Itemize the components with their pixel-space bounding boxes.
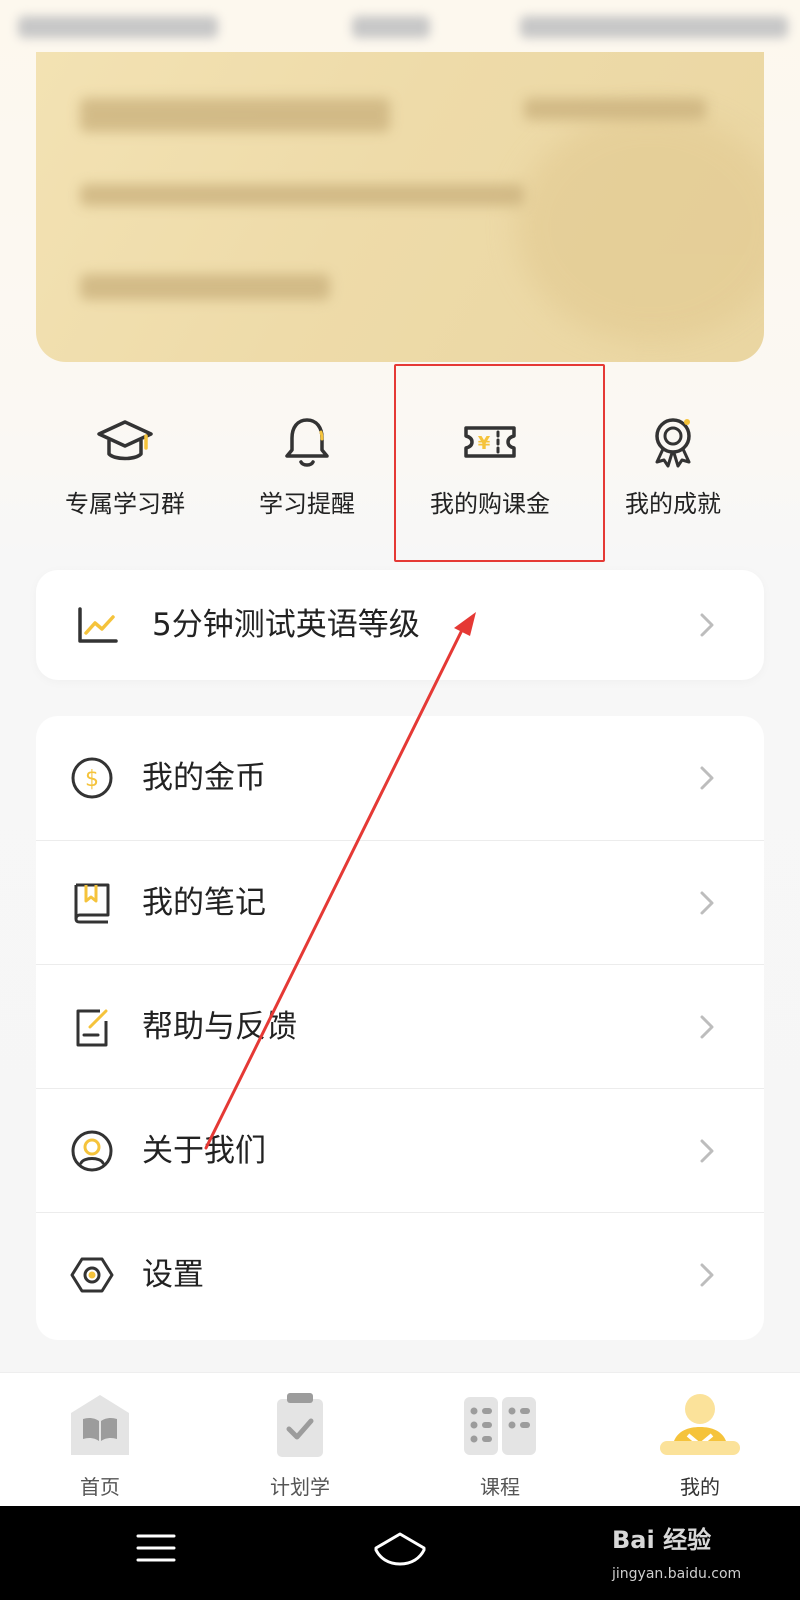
course-grid-icon	[464, 1397, 536, 1455]
watermark-brand: Bai 经验	[612, 1526, 712, 1554]
quick-study-group[interactable]: 专属学习群	[35, 400, 215, 550]
status-carrier-blurred	[18, 16, 218, 38]
menu-label: 帮助与反馈	[142, 1009, 297, 1045]
menu-label: 关于我们	[142, 1133, 266, 1169]
member-emblem-icon	[516, 112, 764, 342]
svg-text:$: $	[85, 767, 99, 792]
menu-list: $ 我的金币 我的笔记 帮助与反馈 关于我们 设置	[36, 716, 764, 1340]
notebook-icon	[74, 883, 110, 924]
menu-label: 我的金币	[142, 760, 266, 796]
chevron-right-icon	[700, 1139, 714, 1162]
status-icons-blurred	[520, 16, 788, 38]
status-time-blurred	[352, 16, 430, 38]
quick-label: 我的成就	[625, 490, 721, 518]
nav-courses[interactable]: 课程	[400, 1373, 600, 1507]
svg-text:¥: ¥	[478, 433, 491, 454]
quick-actions: 专属学习群 学习提醒 ¥ 我的购课金 我的成就	[0, 400, 800, 550]
book-icon	[71, 1395, 129, 1455]
menu-item-settings[interactable]: 设置	[36, 1212, 764, 1336]
person-circle-icon	[71, 1130, 113, 1172]
quick-label: 学习提醒	[259, 490, 355, 518]
medal-icon	[655, 418, 691, 468]
nav-label: 首页	[80, 1475, 120, 1499]
line-chart-icon	[78, 607, 118, 643]
bottom-nav: 首页 计划学 课程 我的	[0, 1372, 800, 1506]
member-link-blurred	[80, 274, 330, 300]
quick-label: 专属学习群	[65, 490, 185, 518]
member-desc-blurred	[80, 184, 524, 206]
nav-label: 计划学	[270, 1475, 330, 1499]
member-card[interactable]	[36, 52, 764, 362]
watermark-url: jingyan.baidu.com	[612, 1566, 742, 1582]
feedback-edit-icon	[76, 1009, 108, 1047]
home-icon[interactable]	[372, 1528, 428, 1572]
clipboard-check-icon	[277, 1393, 323, 1457]
chevron-right-icon	[700, 766, 714, 790]
chevron-right-icon	[700, 613, 714, 637]
status-bar	[0, 0, 800, 52]
graduation-cap-icon	[97, 420, 153, 461]
test-banner-label: 5分钟测试英语等级	[152, 607, 420, 643]
nav-home[interactable]: 首页	[0, 1373, 200, 1507]
menu-label: 设置	[142, 1257, 204, 1293]
menu-item-notes[interactable]: 我的笔记	[36, 840, 764, 964]
member-status-blurred	[524, 98, 706, 120]
menu-item-about-us[interactable]: 关于我们	[36, 1088, 764, 1212]
member-title-blurred	[80, 98, 390, 132]
menu-item-help-feedback[interactable]: 帮助与反馈	[36, 964, 764, 1088]
system-nav-bar: Bai 经验 jingyan.baidu.com	[0, 1506, 800, 1600]
english-level-test-banner[interactable]: 5分钟测试英语等级	[36, 570, 764, 680]
yuan-ticket-icon: ¥	[464, 426, 516, 458]
baidu-watermark: Bai 经验 jingyan.baidu.com	[612, 1518, 792, 1590]
nav-me[interactable]: 我的	[600, 1373, 800, 1507]
chevron-right-icon	[700, 891, 714, 914]
quick-achievements[interactable]: 我的成就	[583, 400, 763, 550]
menu-icon[interactable]	[136, 1528, 176, 1568]
coin-icon: $	[71, 757, 113, 799]
quick-study-reminder[interactable]: 学习提醒	[217, 400, 397, 550]
quick-label: 我的购课金	[430, 490, 550, 518]
nav-label: 我的	[680, 1475, 720, 1499]
menu-label: 我的笔记	[142, 885, 266, 921]
chevron-right-icon	[700, 1015, 714, 1038]
menu-item-coins[interactable]: $ 我的金币	[36, 716, 764, 840]
profile-icon	[660, 1394, 740, 1455]
quick-course-credit[interactable]: ¥ 我的购课金	[400, 400, 580, 550]
nav-plan-study[interactable]: 计划学	[200, 1373, 400, 1507]
bell-icon	[285, 418, 329, 467]
nav-label: 课程	[480, 1475, 520, 1499]
chevron-right-icon	[700, 1263, 714, 1286]
hexagon-settings-icon	[70, 1257, 114, 1293]
